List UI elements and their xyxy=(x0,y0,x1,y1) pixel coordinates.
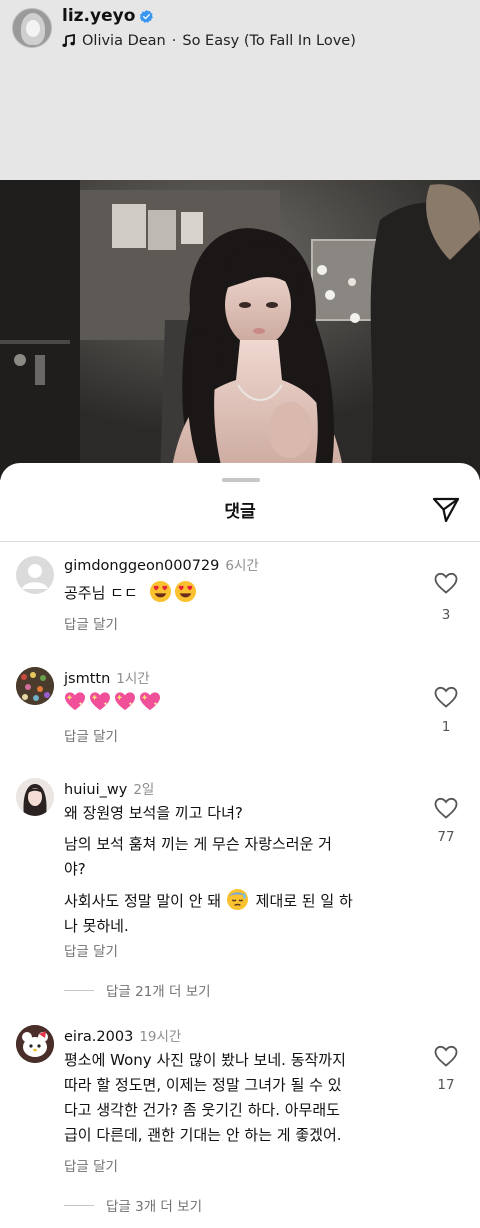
like-count: 3 xyxy=(441,607,451,623)
comment-text: 공주님 ㄷㄷ xyxy=(64,580,419,606)
view-more-replies-label: 답글 3개 더 보기 xyxy=(106,1199,202,1215)
share-send-icon[interactable] xyxy=(432,497,460,523)
sheet-drag-handle[interactable] xyxy=(222,478,260,482)
sparkling-heart-emoji xyxy=(90,692,110,711)
replies-divider-line xyxy=(64,989,94,991)
comment-avatar[interactable] xyxy=(16,778,54,816)
comment-text xyxy=(64,691,419,716)
heart-eyes-emoji xyxy=(174,580,196,603)
avatar-image xyxy=(16,667,54,705)
comment-username[interactable]: jsmttn xyxy=(64,671,110,687)
sparkling-heart-emoji xyxy=(140,692,160,711)
comment-line: 다고 생각한 건가? 좀 웃기긴 하다. 아무래도 xyxy=(64,1101,340,1119)
comments-sheet: 댓글 gimdonggeon000729 6시간 공주님 ㄷㄷ 답글 달기 3 … xyxy=(0,463,480,1228)
sheet-divider xyxy=(0,541,480,542)
music-separator: · xyxy=(171,33,177,49)
heart-eyes-emoji xyxy=(149,580,171,603)
comment-time: 1시간 xyxy=(116,671,150,687)
music-note-icon xyxy=(62,34,75,47)
comment-header: huiui_wy 2일 xyxy=(64,778,154,798)
view-more-replies[interactable]: 답글 3개 더 보기 xyxy=(64,1195,202,1215)
comment-avatar[interactable] xyxy=(16,667,54,705)
comment-time: 2일 xyxy=(133,782,155,798)
comment-header: gimdonggeon000729 6시간 xyxy=(64,554,259,574)
comment-text: 평소에 Wony 사진 많이 봤나 보네. 동작까지 따라 할 정도면, 이제는… xyxy=(64,1048,419,1148)
comment-line-part: 사회사도 정말 말이 안 돼 xyxy=(64,892,222,910)
reply-button[interactable]: 답글 달기 xyxy=(64,613,118,633)
like-count: 17 xyxy=(437,1077,455,1093)
comment-time: 19시간 xyxy=(139,1029,182,1045)
comment-line: 급이 다른데, 괜한 기대는 안 하는 게 좋겠어. xyxy=(64,1126,342,1144)
heart-outline-icon[interactable] xyxy=(434,797,458,819)
sweat-face-emoji xyxy=(226,888,248,911)
comment-line: 남의 보석 훔쳐 끼는 게 무슨 자랑스러운 거 xyxy=(64,835,332,853)
comment-username[interactable]: eira.2003 xyxy=(64,1029,133,1045)
comment-time: 6시간 xyxy=(225,558,259,574)
comment-avatar[interactable] xyxy=(16,556,54,594)
comment-line: 따라 할 정도면, 이제는 정말 그녀가 될 수 있 xyxy=(64,1076,342,1094)
avatar-image xyxy=(16,778,54,816)
sheet-title: 댓글 xyxy=(224,502,256,522)
music-title: So Easy (To Fall In Love) xyxy=(182,33,356,49)
comment-line: 나 못하네. xyxy=(64,917,129,935)
comment-header: eira.2003 19시간 xyxy=(64,1025,181,1045)
view-more-replies-label: 답글 21개 더 보기 xyxy=(106,984,211,1000)
comment-text: 왜 장원영 보석을 끼고 다녀? 남의 보석 훔쳐 끼는 게 무슨 자랑스러운 … xyxy=(64,801,419,939)
music-attribution[interactable]: Olivia Dean · So Easy (To Fall In Love) xyxy=(62,33,356,49)
heart-outline-icon[interactable] xyxy=(434,686,458,708)
post-photo xyxy=(0,180,480,480)
comment-line: 사회사도 정말 말이 안 돼 제대로 된 일 하 xyxy=(64,888,419,914)
profile-username[interactable]: liz.yeyo xyxy=(62,6,135,26)
music-artist: Olivia Dean xyxy=(82,33,166,49)
reply-button[interactable]: 답글 달기 xyxy=(64,725,118,745)
comment-text-body: 공주님 ㄷㄷ xyxy=(64,584,138,602)
story-header: liz.yeyo Olivia Dean · So Easy (To Fall … xyxy=(0,0,480,180)
comment-line-part: 제대로 된 일 하 xyxy=(255,892,353,910)
replies-divider-line xyxy=(64,1204,94,1206)
photo-illustration xyxy=(0,180,480,480)
verified-badge-icon xyxy=(139,9,153,23)
comment-header: jsmttn 1시간 xyxy=(64,667,150,687)
like-count: 1 xyxy=(441,719,451,735)
reply-button[interactable]: 답글 달기 xyxy=(64,1155,118,1175)
view-more-replies[interactable]: 답글 21개 더 보기 xyxy=(64,980,211,1000)
comment-line: 평소에 Wony 사진 많이 봤나 보네. 동작까지 xyxy=(64,1051,346,1069)
default-avatar-icon xyxy=(22,564,48,589)
profile-avatar[interactable] xyxy=(12,8,52,48)
sparkling-heart-emoji xyxy=(65,692,85,711)
comment-avatar[interactable] xyxy=(16,1025,54,1063)
reply-button[interactable]: 답글 달기 xyxy=(64,940,118,960)
comment-username[interactable]: huiui_wy xyxy=(64,782,127,798)
heart-outline-icon[interactable] xyxy=(434,572,458,594)
heart-outline-icon[interactable] xyxy=(434,1045,458,1067)
comment-line: 야? xyxy=(64,860,86,878)
like-count: 77 xyxy=(437,829,455,845)
avatar-image xyxy=(16,1025,54,1063)
comment-line: 왜 장원영 보석을 끼고 다녀? xyxy=(64,804,243,822)
sparkling-heart-emoji xyxy=(115,692,135,711)
comment-username[interactable]: gimdonggeon000729 xyxy=(64,558,219,574)
